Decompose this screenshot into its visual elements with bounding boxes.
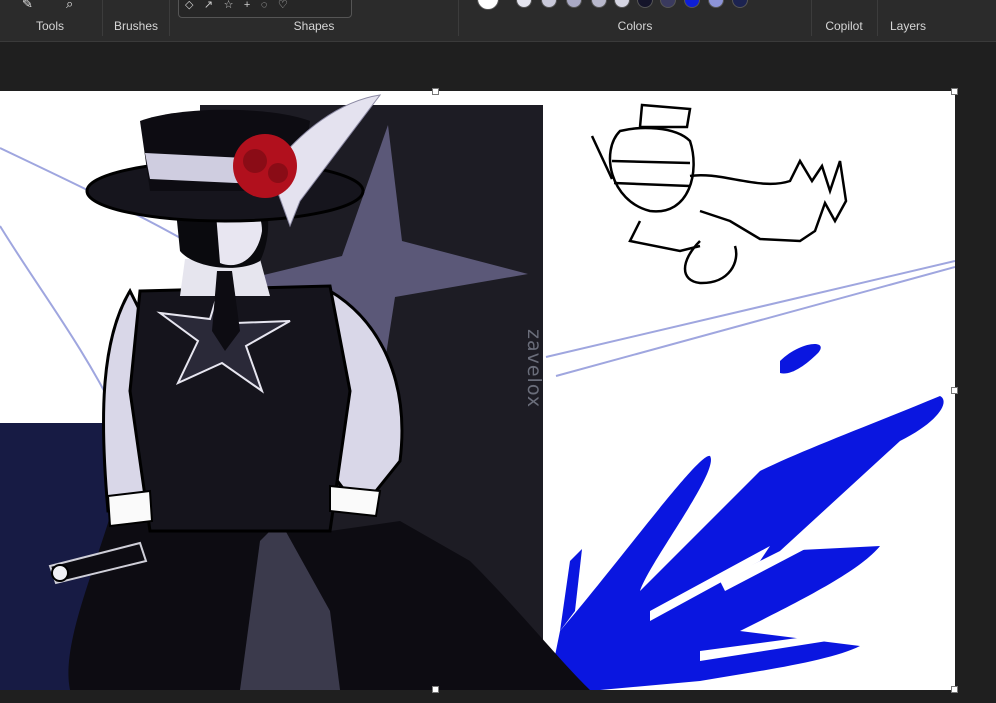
resize-handle-top[interactable] <box>432 88 439 95</box>
brushes-label: Brushes <box>113 19 159 33</box>
colors-label: Colors <box>617 19 653 33</box>
shape-callout-icon[interactable]: ◌ <box>261 0 268 11</box>
copilot-label: Copilot <box>825 19 863 33</box>
shape-arrow-icon[interactable]: ↗ <box>204 0 213 11</box>
brushes-group[interactable]: Brushes <box>104 0 168 41</box>
shape-heart-icon[interactable]: ♡ <box>278 0 288 11</box>
tools-label: Tools <box>35 19 64 33</box>
pencil-icon[interactable]: ✎ <box>22 0 33 12</box>
canvas-artwork[interactable] <box>0 91 955 690</box>
ribbon-toolbar: ✎ ⌕ Tools Brushes Shapes ◇ ↗ ☆ + ◌ ♡ Col… <box>0 0 996 42</box>
shape-star-icon[interactable]: ☆ <box>224 0 234 11</box>
colors-group[interactable]: Colors <box>460 0 810 41</box>
shapes-gallery[interactable]: ◇ ↗ ☆ + ◌ ♡ <box>178 0 352 18</box>
resize-handle-bottom-right[interactable] <box>951 686 958 693</box>
divider <box>458 0 459 36</box>
divider <box>102 0 103 36</box>
resize-handle-right[interactable] <box>951 387 958 394</box>
canvas[interactable]: zavelox <box>0 88 958 693</box>
resize-handle-bottom[interactable] <box>432 686 439 693</box>
artist-signature: zavelox <box>523 329 545 409</box>
tools-group[interactable]: ✎ ⌕ Tools <box>0 0 100 41</box>
shape-plus-icon[interactable]: + <box>244 0 250 11</box>
layers-group[interactable]: Layers <box>878 0 938 41</box>
copilot-group[interactable]: Copilot <box>812 0 876 41</box>
shapes-label: Shapes <box>293 19 335 33</box>
layers-label: Layers <box>889 19 927 33</box>
magnifier-icon[interactable]: ⌕ <box>66 0 73 12</box>
shape-diamond-icon[interactable]: ◇ <box>185 0 193 11</box>
resize-handle-top-right[interactable] <box>951 88 958 95</box>
